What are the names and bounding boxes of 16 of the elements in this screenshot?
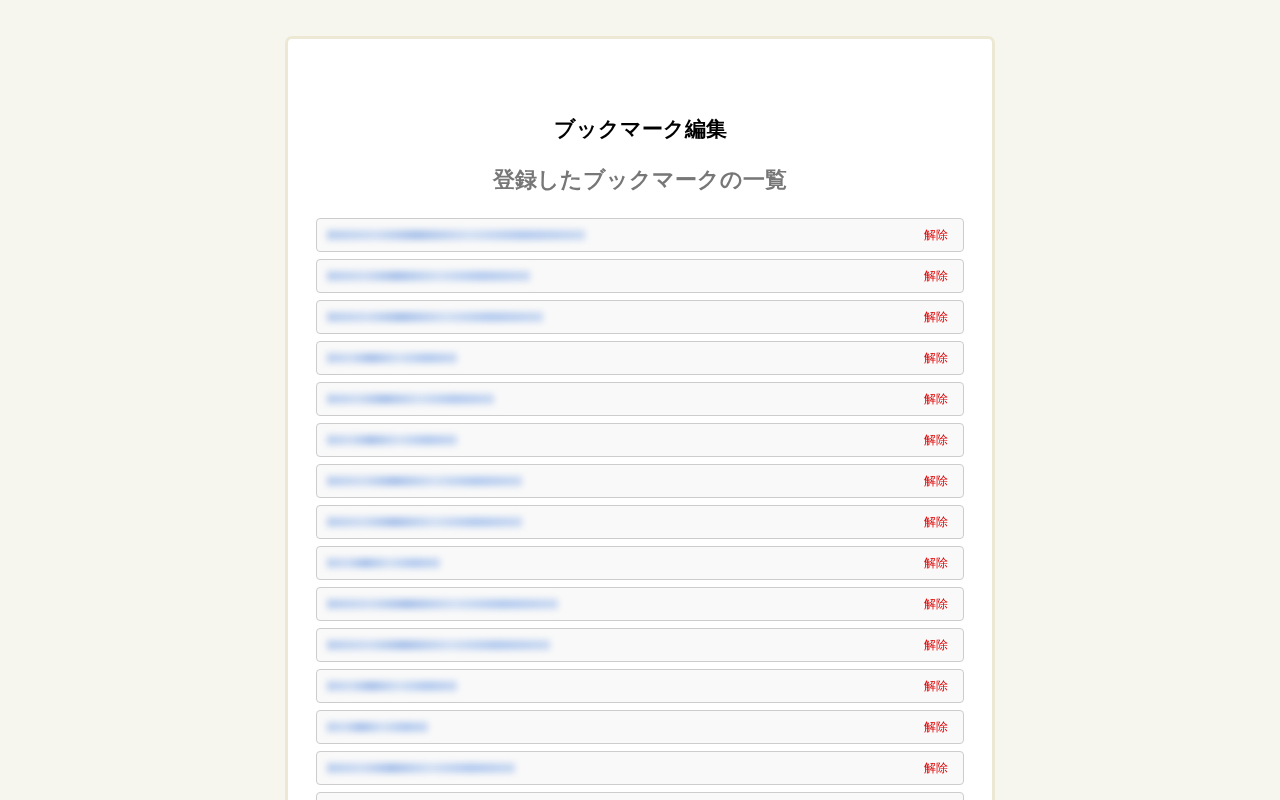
- remove-link[interactable]: 解除: [924, 596, 948, 612]
- remove-link[interactable]: 解除: [924, 637, 948, 653]
- remove-link[interactable]: 解除: [924, 391, 948, 407]
- remove-link[interactable]: 解除: [924, 514, 948, 530]
- remove-link[interactable]: 解除: [924, 719, 948, 735]
- page-title: ブックマーク編集: [552, 116, 728, 143]
- remove-link[interactable]: 解除: [924, 309, 948, 325]
- remove-link[interactable]: 解除: [924, 227, 948, 243]
- remove-link[interactable]: 解除: [924, 268, 948, 284]
- remove-link[interactable]: 解除: [924, 432, 948, 448]
- section-heading: 登録したブックマークの一覧: [492, 166, 788, 194]
- remove-link[interactable]: 解除: [924, 760, 948, 776]
- remove-link[interactable]: 解除: [924, 350, 948, 366]
- remove-link[interactable]: 解除: [924, 555, 948, 571]
- remove-link[interactable]: 解除: [924, 678, 948, 694]
- remove-link[interactable]: 解除: [924, 473, 948, 489]
